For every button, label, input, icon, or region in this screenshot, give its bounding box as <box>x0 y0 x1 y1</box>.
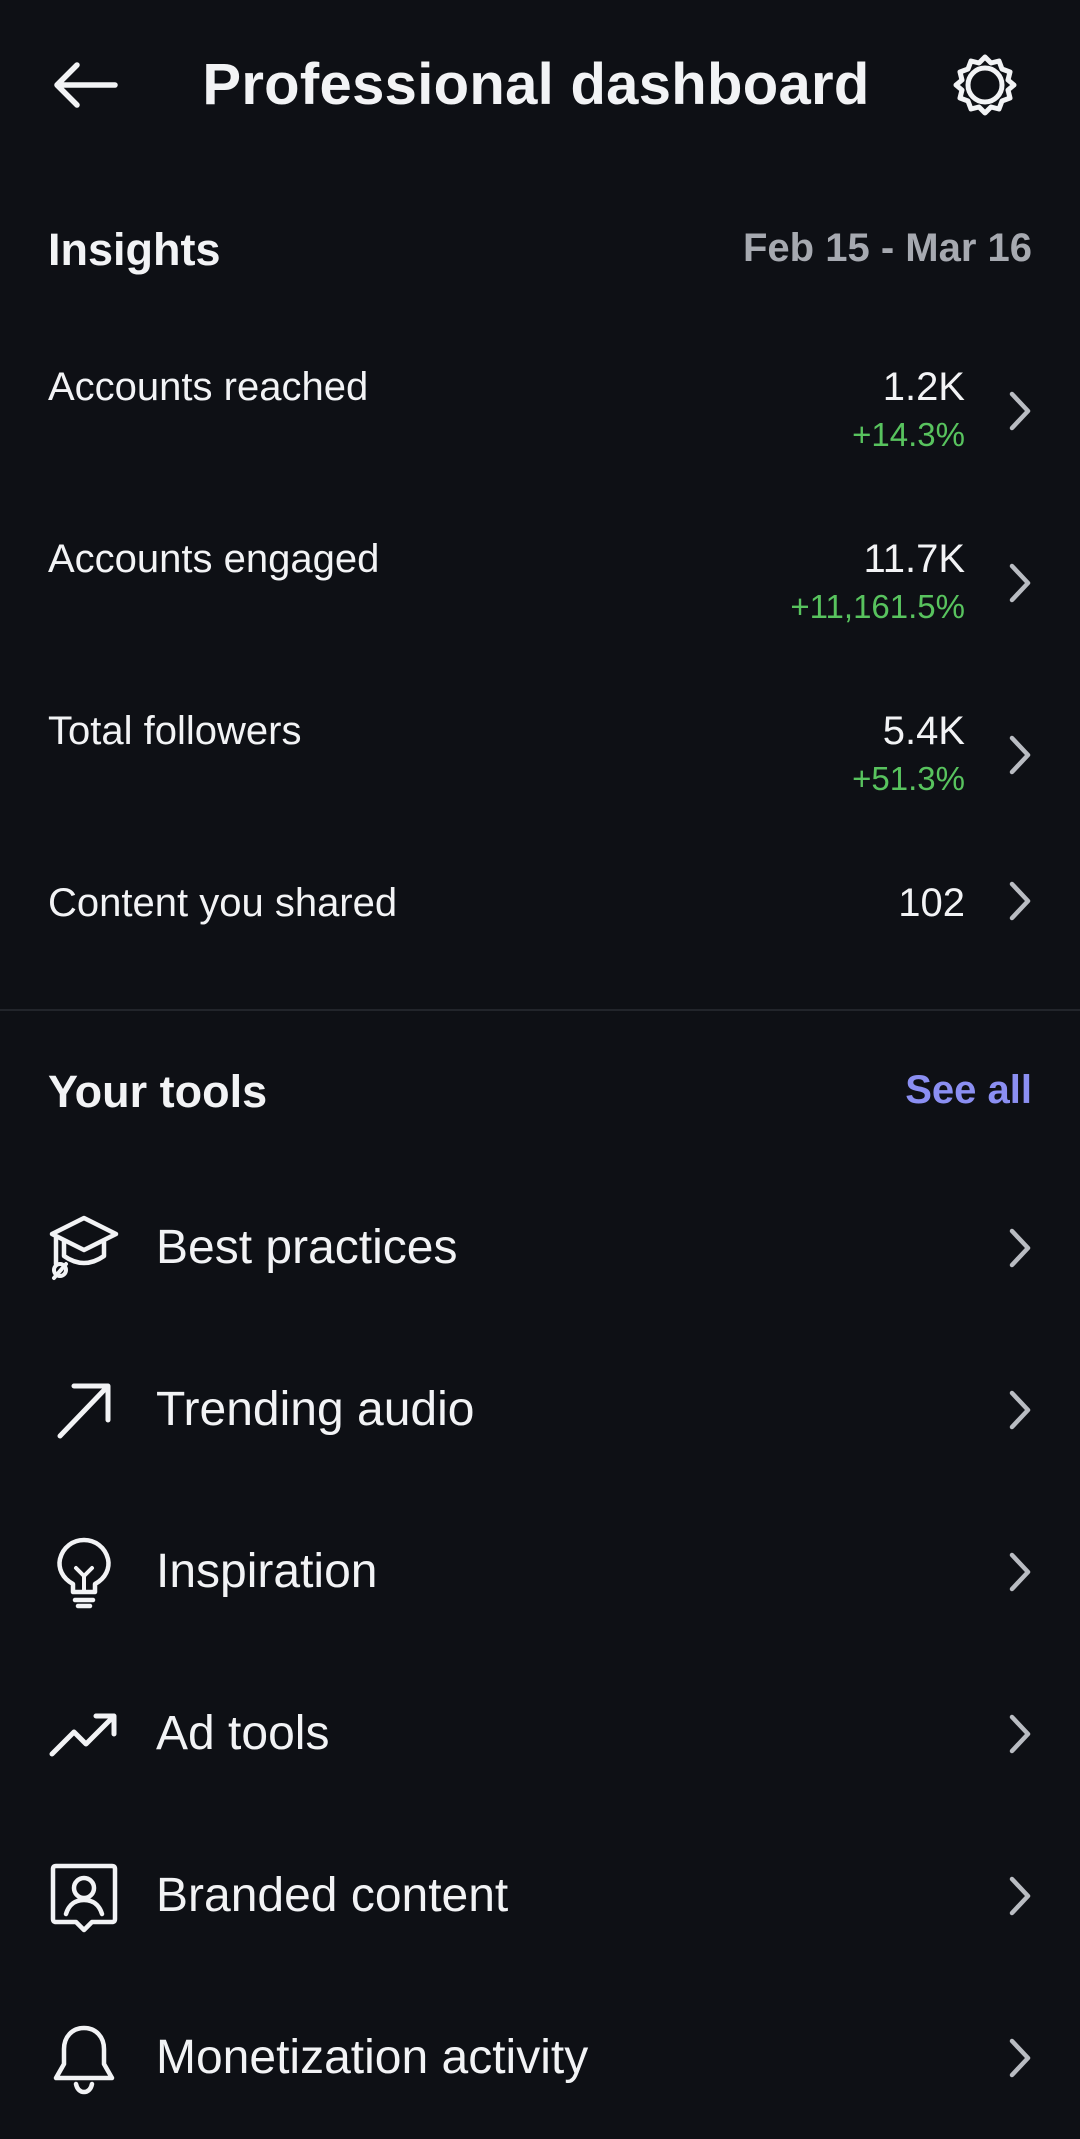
tool-label: Best practices <box>156 1221 458 1274</box>
insight-change: +14.3% <box>852 416 965 453</box>
section-divider <box>0 1009 1080 1011</box>
insight-row-content-shared[interactable]: Content you shared 102 <box>0 856 1080 1006</box>
insight-label: Content you shared <box>48 881 398 925</box>
insight-row-total-followers[interactable]: Total followers 5.4K +51.3% <box>0 684 1080 834</box>
insight-change: +51.3% <box>852 760 965 797</box>
insights-title: Insights <box>48 224 221 275</box>
tools-title: Your tools <box>48 1066 268 1117</box>
chevron-right-icon <box>1004 1873 1036 1919</box>
tool-row-best-practices[interactable]: Best practices <box>0 1167 1080 1329</box>
chevron-right-icon <box>1004 878 1036 924</box>
insight-row-accounts-engaged[interactable]: Accounts engaged 11.7K +11,161.5% <box>0 512 1080 662</box>
tools-header: Your tools See all <box>48 1064 1032 1124</box>
chevron-right-icon <box>1004 1387 1036 1433</box>
gear-icon <box>950 50 1020 120</box>
insight-value: 11.7K <box>863 537 965 581</box>
tool-row-branded-content[interactable]: Branded content <box>0 1815 1080 1977</box>
tool-label: Ad tools <box>156 1707 330 1760</box>
settings-button[interactable] <box>940 45 1030 125</box>
chevron-right-icon <box>1004 560 1036 606</box>
insights-header: Insights Feb 15 - Mar 16 <box>48 222 1032 282</box>
chevron-right-icon <box>1004 388 1036 434</box>
see-all-link[interactable]: See all <box>905 1064 1032 1116</box>
tool-row-trending-audio[interactable]: Trending audio <box>0 1329 1080 1491</box>
tool-row-monetization-activity[interactable]: Monetization activity <box>0 1977 1080 2139</box>
top-app-bar: Professional dashboard <box>0 0 1080 170</box>
tool-label: Branded content <box>156 1869 509 1922</box>
page-title: Professional dashboard <box>202 52 870 117</box>
insight-value: 102 <box>898 881 965 925</box>
chevron-right-icon <box>1004 732 1036 778</box>
insight-value: 1.2K <box>882 365 965 409</box>
date-range: Feb 15 - Mar 16 <box>742 226 1032 270</box>
tool-row-ad-tools[interactable]: Ad tools <box>0 1653 1080 1815</box>
arrow-up-right-icon <box>46 1372 122 1448</box>
chevron-right-icon <box>1004 1225 1036 1271</box>
tool-label: Monetization activity <box>156 2031 589 2084</box>
insight-label: Total followers <box>48 709 302 753</box>
insight-label: Accounts reached <box>48 365 369 409</box>
chevron-right-icon <box>1004 2035 1036 2081</box>
tool-label: Inspiration <box>156 1545 378 1598</box>
insight-value: 5.4K <box>882 709 965 753</box>
person-badge-icon <box>46 1858 122 1934</box>
chevron-right-icon <box>1004 1549 1036 1595</box>
tool-row-inspiration[interactable]: Inspiration <box>0 1491 1080 1653</box>
bell-icon <box>46 2020 122 2096</box>
lightbulb-icon <box>46 1534 122 1610</box>
insight-row-accounts-reached[interactable]: Accounts reached 1.2K +14.3% <box>0 340 1080 490</box>
insight-change: +11,161.5% <box>790 588 965 625</box>
tool-label: Trending audio <box>156 1383 475 1436</box>
graduation-cap-icon <box>46 1210 122 1286</box>
trending-up-icon <box>46 1696 122 1772</box>
chevron-right-icon <box>1004 1711 1036 1757</box>
insight-label: Accounts engaged <box>48 537 380 581</box>
